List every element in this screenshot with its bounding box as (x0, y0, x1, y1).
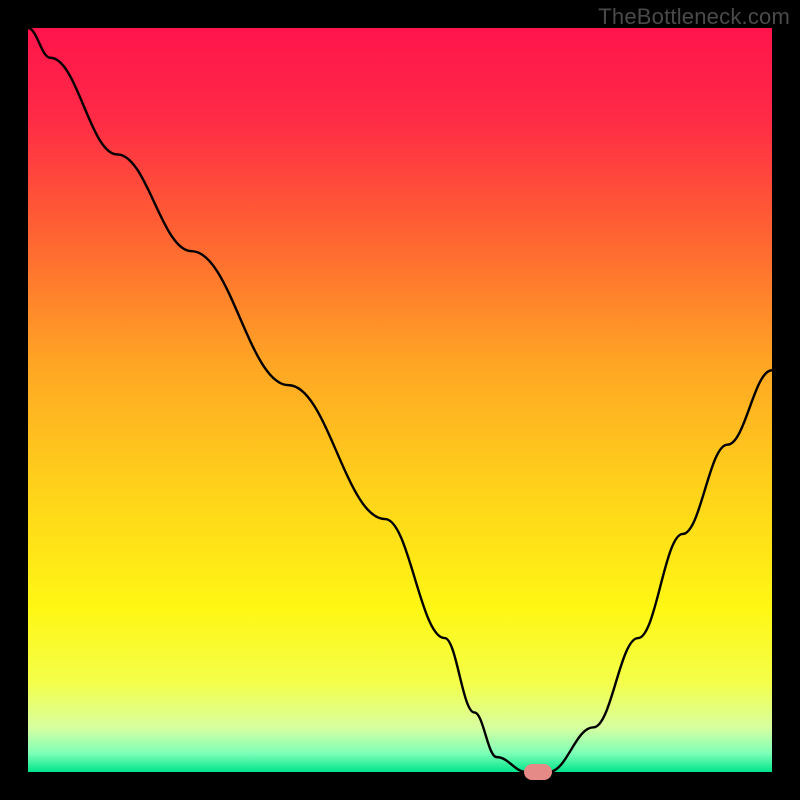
plot-area (28, 28, 772, 772)
watermark-text: TheBottleneck.com (598, 4, 790, 30)
chart-svg (28, 28, 772, 772)
optimal-point-marker (524, 764, 552, 780)
chart-frame: TheBottleneck.com (0, 0, 800, 800)
chart-background (28, 28, 772, 772)
